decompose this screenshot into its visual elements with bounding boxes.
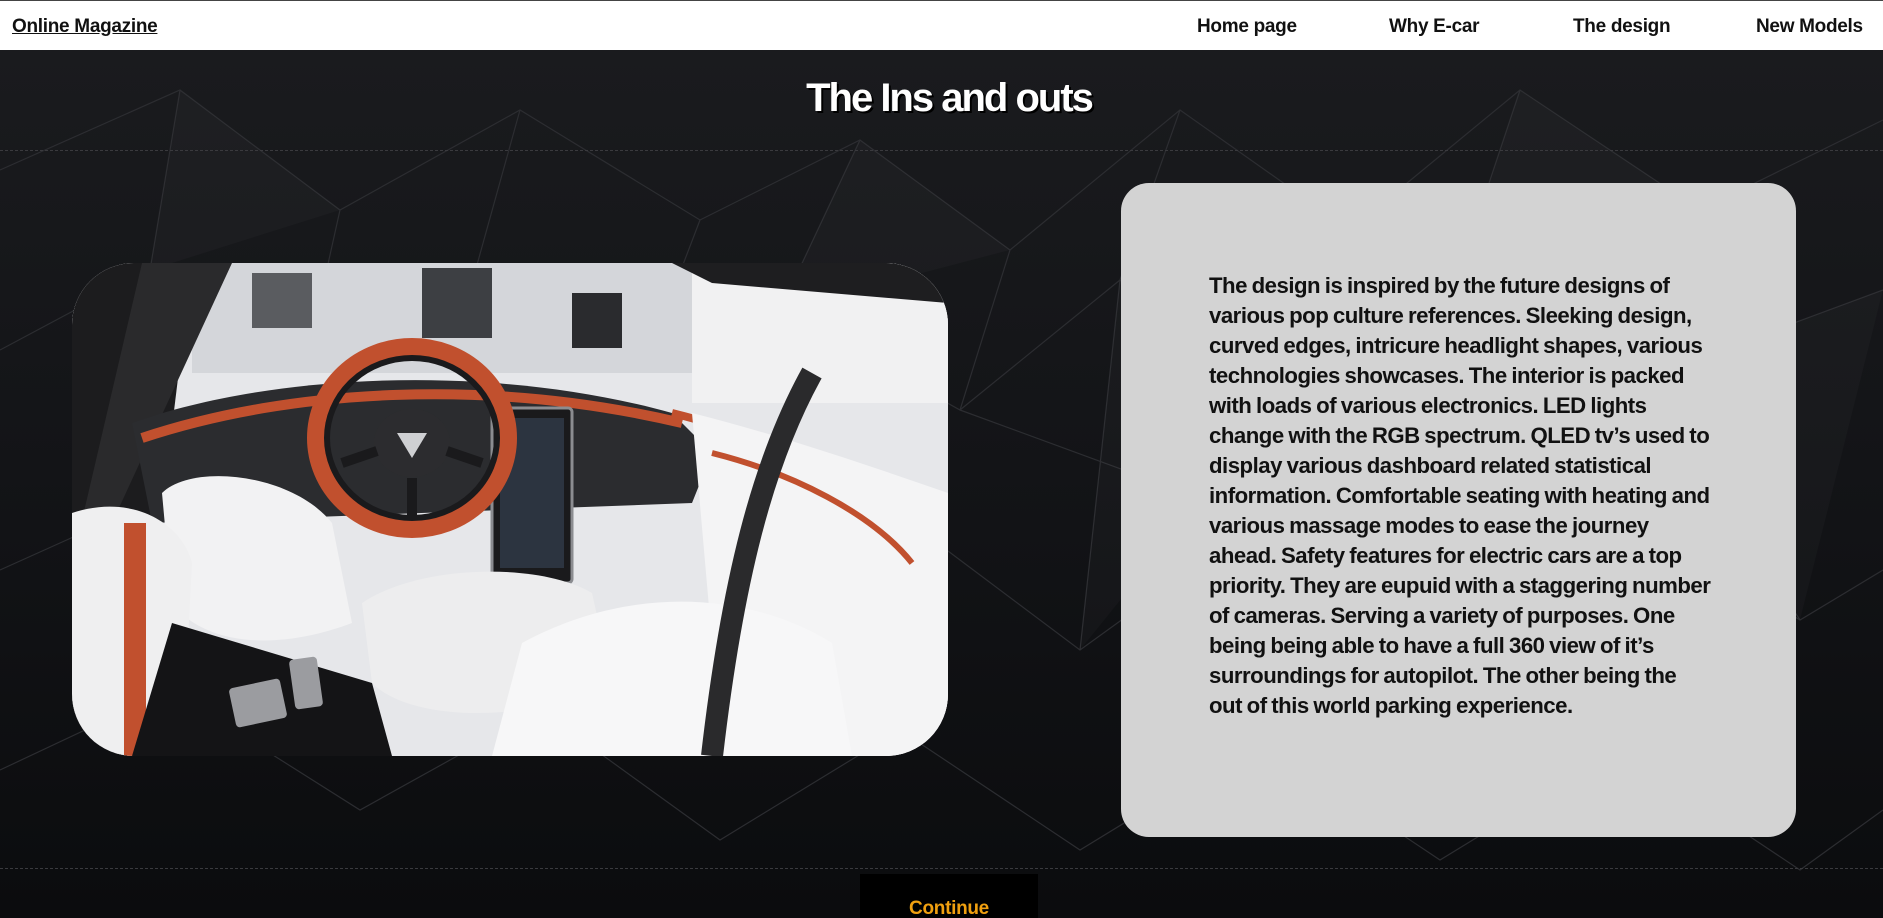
car-interior-image [72, 263, 948, 756]
brand-link[interactable]: Online Magazine [12, 16, 158, 38]
section-divider-bottom [0, 868, 1883, 869]
continue-button[interactable]: Continue [860, 874, 1038, 918]
description-card: The design is inspired by the future des… [1121, 183, 1796, 837]
section-divider-top [0, 150, 1883, 151]
nav-new-models-link[interactable]: New Models [1756, 16, 1863, 38]
nav-home-link[interactable]: Home page [1197, 16, 1297, 38]
nav-design-link[interactable]: The design [1573, 16, 1671, 38]
description-text: The design is inspired by the future des… [1209, 273, 1711, 718]
page-title: The Ins and outs [806, 76, 1094, 120]
top-navbar: Online Magazine Home page Why E-car The … [0, 0, 1883, 50]
nav-why-ecar-link[interactable]: Why E-car [1389, 16, 1480, 38]
